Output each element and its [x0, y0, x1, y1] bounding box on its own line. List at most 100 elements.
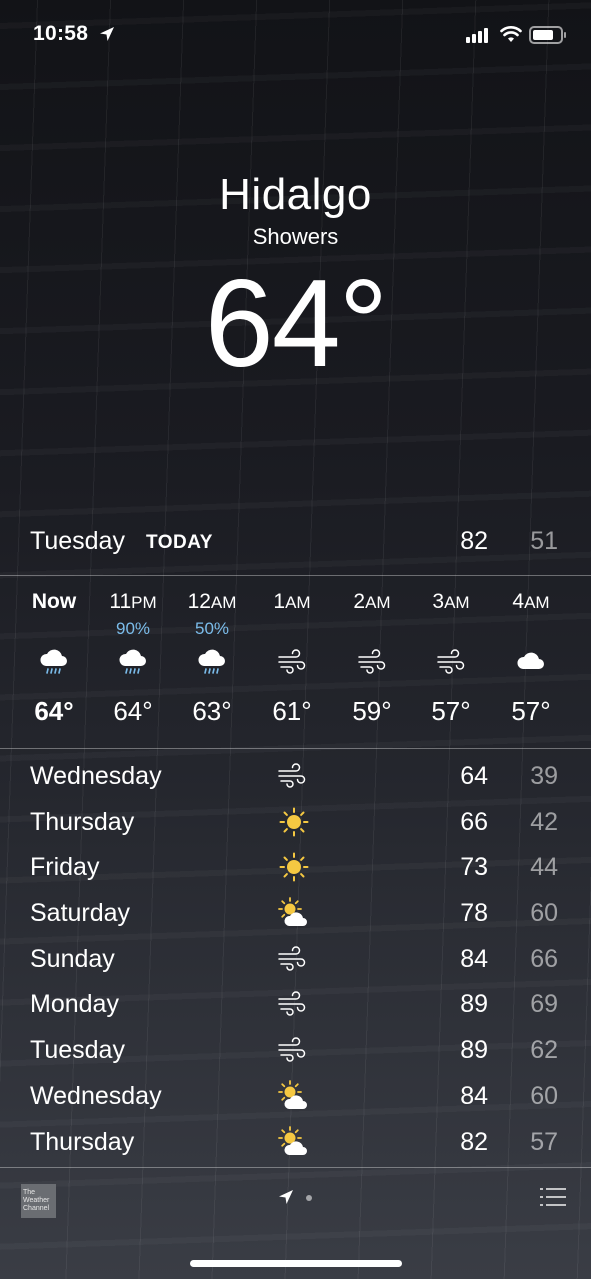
- battery-icon: [529, 26, 566, 44]
- hourly-forecast[interactable]: Now 64° 11PM 90% 64° 12AM 50% 63° 1AM 61° 2AM 59° 3A…: [0, 578, 591, 748]
- hour-label: Now: [14, 590, 94, 614]
- hour-label: 1AM: [252, 590, 332, 614]
- weather-channel-logo[interactable]: The Weather Channel: [21, 1184, 56, 1218]
- city-list-icon[interactable]: [540, 1187, 566, 1207]
- hourly-item: Now 64°: [14, 578, 94, 748]
- partly-cloudy-icon: [276, 1125, 312, 1158]
- partly-cloudy-icon: [276, 897, 312, 929]
- hourly-item: 4AM 57°: [491, 578, 571, 748]
- hourly-item: 3AM 57°: [411, 578, 491, 748]
- day-high: 84: [460, 1081, 488, 1110]
- daily-row: Wednesday 64 39: [0, 754, 591, 800]
- wind-icon: [356, 646, 388, 678]
- hour-ampm: AM: [444, 593, 470, 612]
- today-row: Tuesday TODAY 82 51: [0, 521, 591, 563]
- home-indicator[interactable]: [190, 1260, 402, 1267]
- day-high: 66: [460, 807, 488, 836]
- condition-text: Showers: [252, 224, 339, 249]
- wind-icon: [276, 760, 312, 792]
- hour-temperature: 59°: [352, 696, 392, 726]
- hour-number: 11: [109, 590, 132, 613]
- hourly-item: 2AM 59°: [332, 578, 412, 748]
- hour-number: 1: [273, 590, 286, 613]
- wind-icon: [276, 646, 308, 678]
- day-low: 69: [530, 990, 558, 1019]
- precip-chance: 50%: [194, 619, 230, 638]
- day-low: 42: [530, 807, 558, 836]
- precip-chance: 90%: [115, 619, 151, 638]
- day-name: Monday: [30, 990, 119, 1019]
- divider-bottom: [0, 1167, 591, 1168]
- hour-label: 2AM: [332, 590, 412, 614]
- hour-ampm: AM: [524, 593, 550, 612]
- sun-icon: [276, 806, 312, 838]
- hour-ampm: PM: [131, 593, 157, 612]
- current-conditions: Hidalgo Showers 64°: [0, 170, 591, 392]
- day-high: 64: [460, 762, 488, 790]
- current-location-page-icon[interactable]: [278, 1189, 294, 1205]
- partly-cloudy-icon: [276, 1079, 312, 1112]
- daily-row: Monday 89 69: [0, 982, 591, 1028]
- hour-temperature: 64°: [113, 696, 153, 726]
- day-name: Thursday: [30, 1127, 135, 1156]
- hour-temperature: 57°: [511, 696, 551, 726]
- today-label: TODAY: [146, 532, 213, 553]
- bottom-toolbar: The Weather Channel: [0, 1169, 591, 1279]
- day-low: 62: [530, 1036, 558, 1065]
- day-high: 84: [460, 944, 488, 973]
- hour-number: 12: [187, 590, 211, 613]
- day-high: 78: [460, 899, 488, 928]
- hourly-item: 11PM 90% 64°: [93, 578, 173, 748]
- daily-row: Thursday 82 57: [0, 1120, 591, 1166]
- hour-temperature: 64°: [34, 696, 74, 726]
- hour-temperature: 63°: [192, 696, 232, 726]
- hour-label: 11PM: [93, 590, 173, 614]
- hour-number: Now: [31, 590, 77, 613]
- day-name: Sunday: [30, 944, 115, 973]
- daily-row: Tuesday 89 62: [0, 1028, 591, 1074]
- hour-temperature: 61°: [272, 696, 312, 726]
- daily-row: Friday 73 44: [0, 845, 591, 891]
- rain-cloud-icon: [38, 646, 70, 678]
- wind-icon: [276, 1034, 312, 1066]
- hour-ampm: AM: [210, 593, 237, 612]
- page-indicator-dot[interactable]: [306, 1195, 312, 1201]
- hour-label: 12AM: [172, 590, 252, 614]
- hour-number: 4: [512, 590, 525, 613]
- hour-number: 3: [432, 590, 445, 613]
- hour-ampm: AM: [365, 593, 391, 612]
- daily-forecast[interactable]: Wednesday 64 39 Thursday 66 42 Friday 73 44 Satur…: [0, 754, 591, 1165]
- current-temperature: 64°: [204, 255, 389, 393]
- day-high: 89: [460, 1036, 488, 1065]
- day-high: 82: [460, 1127, 488, 1156]
- divider-top: [0, 575, 591, 576]
- today-high: 82: [460, 527, 488, 555]
- sun-icon: [276, 851, 312, 883]
- status-time: 10:58: [33, 22, 89, 45]
- wind-icon: [276, 988, 312, 1020]
- day-high: 73: [460, 853, 488, 882]
- hour-label: 4AM: [491, 590, 571, 614]
- day-name: Friday: [30, 853, 100, 882]
- hourly-item: 1AM 61°: [252, 578, 332, 748]
- cloud-icon: [515, 646, 547, 678]
- day-low: 44: [530, 853, 558, 882]
- hour-number: 2: [353, 590, 366, 613]
- day-name: Saturday: [30, 899, 131, 928]
- hour-ampm: AM: [285, 593, 311, 612]
- location-arrow-icon: [100, 27, 114, 41]
- daily-row: Wednesday 84 60: [0, 1074, 591, 1120]
- day-low: 39: [530, 762, 558, 790]
- daily-row: Thursday 66 42: [0, 800, 591, 846]
- day-name: Wednesday: [30, 1081, 162, 1110]
- hour-temperature: 57°: [431, 696, 471, 726]
- hourly-item: 12AM 50% 63°: [172, 578, 252, 748]
- divider-middle: [0, 748, 591, 749]
- today-low: 51: [530, 527, 558, 555]
- day-name: Tuesday: [30, 1036, 125, 1065]
- hour-label: 3AM: [411, 590, 491, 614]
- rain-cloud-icon: [196, 646, 228, 678]
- daily-row: Saturday 78 60: [0, 891, 591, 937]
- day-low: 60: [530, 899, 558, 928]
- today-day-name: Tuesday: [30, 527, 125, 555]
